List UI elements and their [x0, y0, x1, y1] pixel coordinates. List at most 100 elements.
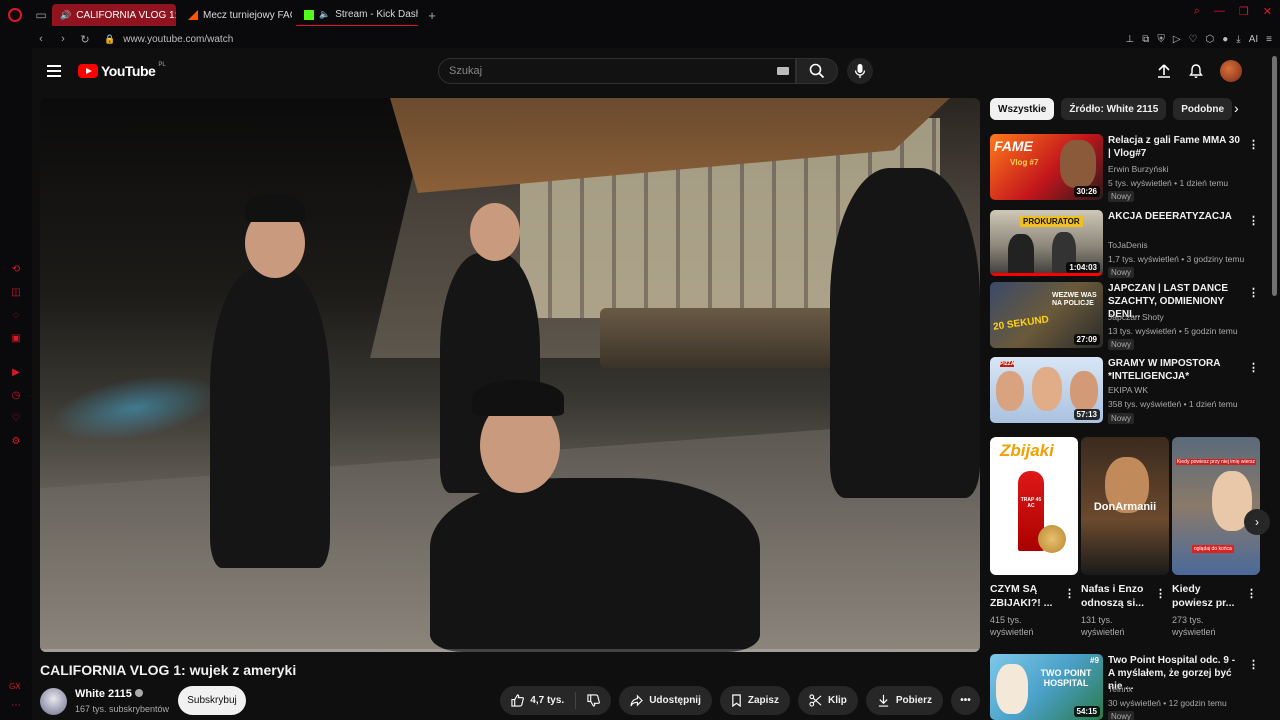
keyboard-icon[interactable]	[777, 67, 789, 75]
more-icon[interactable]: ⋯	[10, 700, 22, 712]
page-scrollbar[interactable]	[1272, 56, 1277, 296]
like-button[interactable]: 4,7 tys.	[500, 686, 575, 715]
channel-avatar[interactable]	[40, 688, 67, 715]
save-button[interactable]: Zapisz	[719, 686, 790, 715]
short-item[interactable]: Zbijaki TRAP 45 AC CZYM SĄ ZBIJAKI?! ...…	[990, 437, 1078, 638]
messenger-icon[interactable]: ▣	[10, 333, 22, 345]
close-icon[interactable]: ✕	[1263, 5, 1272, 18]
new-tab-icon[interactable]: +	[422, 8, 442, 23]
video-thumbnail[interactable]: PIZZA 57:13	[990, 357, 1103, 423]
chip-all[interactable]: Wszystkie	[990, 98, 1055, 120]
short-thumbnail[interactable]: Kiedy powiesz przy niej imię wiersz oglą…	[1172, 437, 1260, 575]
download-button[interactable]: Pobierz	[865, 686, 943, 715]
share-button[interactable]: Udostępnij	[619, 686, 712, 715]
search-button[interactable]	[796, 58, 838, 84]
pin-icon[interactable]: ⊥	[1125, 34, 1134, 45]
twitch-icon[interactable]: ◫	[10, 287, 22, 299]
download-icon[interactable]: ⤓	[1236, 34, 1240, 45]
short-item[interactable]: DonArmanii Nafas i Enzo odnoszą si... 13…	[1081, 437, 1169, 638]
more-vertical-icon[interactable]: ⋮	[1155, 587, 1166, 600]
video-thumbnail[interactable]: PROKURATOR 1:04:03	[990, 210, 1103, 276]
short-title[interactable]: Kiedy powiesz pr...	[1172, 582, 1244, 610]
tab-faceit[interactable]: Mecz turniejowy FACEIT ·	[180, 4, 292, 26]
more-vertical-icon[interactable]: ⋮	[1248, 286, 1259, 299]
video-player[interactable]	[40, 98, 980, 652]
clip-button[interactable]: Klip	[797, 686, 858, 715]
gx-control-icon[interactable]: ⟲	[10, 264, 22, 276]
recommendation-title[interactable]: AKCJA DEEERATYZACJA	[1108, 210, 1242, 223]
youtube-logo[interactable]: YouTube PL	[78, 62, 166, 79]
recommendation-item[interactable]: PROKURATOR 1:04:03 AKCJA DEEERATYZACJA T…	[990, 210, 1260, 278]
recommendation-item[interactable]: PIZZA 57:13 GRAMY W IMPOSTORA *INTELIGEN…	[990, 357, 1260, 424]
aria-ai-icon[interactable]: AI	[1249, 34, 1258, 45]
minimize-icon[interactable]: —	[1214, 5, 1225, 18]
maximize-icon[interactable]: ❐	[1239, 5, 1249, 18]
recommendation-item[interactable]: TWO POINT HOSPITAL #9 54:15 Two Point Ho…	[990, 654, 1260, 720]
player-icon[interactable]: ▷	[1173, 34, 1181, 45]
video-person-cap	[245, 194, 305, 222]
upload-icon[interactable]	[1156, 63, 1172, 79]
shorts-next-button[interactable]: ›	[1244, 509, 1270, 535]
more-vertical-icon[interactable]: ⋮	[1248, 361, 1259, 374]
recommendation-channel[interactable]: Erwin Burzyński	[1108, 164, 1168, 174]
more-vertical-icon[interactable]: ⋮	[1248, 138, 1259, 151]
short-thumbnail[interactable]: DonArmanii	[1081, 437, 1169, 575]
recommendation-channel[interactable]: ToJaDenis	[1108, 240, 1148, 250]
chip-related[interactable]: Podobne	[1173, 98, 1233, 120]
tab-menu-icon[interactable]: ▭	[30, 4, 52, 26]
short-item[interactable]: Kiedy powiesz przy niej imię wiersz oglą…	[1172, 437, 1260, 638]
search-icon	[809, 63, 825, 79]
dislike-button[interactable]	[576, 686, 611, 715]
chevron-right-icon[interactable]: ›	[1234, 100, 1239, 116]
recommendation-meta: 5 tys. wyświetleń • 1 dzień temu	[1108, 178, 1229, 188]
video-thumbnail[interactable]: FAME Vlog #7 30:26	[990, 134, 1103, 200]
recommendation-channel[interactable]: EKIPA WK	[1108, 385, 1148, 395]
url-field[interactable]: www.youtube.com/watch	[123, 34, 233, 45]
heart-icon[interactable]: ♡	[1189, 34, 1198, 45]
recommendation-title[interactable]: GRAMY W IMPOSTORA *INTELIGENCJA*	[1108, 357, 1242, 383]
history-icon[interactable]: ◷	[10, 390, 22, 402]
snapshot-icon[interactable]: ⧉	[1142, 34, 1149, 45]
tab-youtube[interactable]: 🔊 CALIFORNIA VLOG 1: w	[32, 4, 176, 58]
chip-from-channel[interactable]: Źródło: White 2115	[1061, 98, 1167, 120]
recommendation-item[interactable]: FAME Vlog #7 30:26 Relacja z gali Fame M…	[990, 134, 1260, 202]
more-vertical-icon[interactable]: ⋮	[1248, 214, 1259, 227]
tab-kick[interactable]: 🔈 Stream - Kick Dashbo	[296, 4, 418, 26]
forward-icon[interactable]: ›	[54, 33, 72, 45]
settings-icon[interactable]: ⚙	[10, 436, 22, 448]
voice-search-button[interactable]	[847, 58, 873, 84]
channel-name[interactable]: White 2115	[75, 688, 143, 700]
notifications-bell-icon[interactable]	[1188, 63, 1204, 79]
discord-icon[interactable]: ◌	[10, 310, 22, 322]
video-thumbnail[interactable]: 20 SEKUND WEZWE WAS NA POLICJE 27:09	[990, 282, 1103, 348]
extensions-icon[interactable]: ⬡	[1206, 34, 1215, 45]
recommendation-title[interactable]: Relacja z gali Fame MMA 30 | Vlog#7	[1108, 134, 1242, 160]
more-vertical-icon[interactable]: ⋮	[1064, 587, 1075, 600]
video-thumbnail[interactable]: TWO POINT HOSPITAL #9 54:15	[990, 654, 1103, 720]
recommendation-item[interactable]: 20 SEKUND WEZWE WAS NA POLICJE 27:09 JAP…	[990, 282, 1260, 350]
back-icon[interactable]: ‹	[32, 33, 50, 45]
player-sidebar-icon[interactable]: ▶	[10, 367, 22, 379]
bookmarks-icon[interactable]: ♡	[10, 413, 22, 425]
shield-icon[interactable]: ⛨	[1157, 34, 1165, 45]
short-title[interactable]: CZYM SĄ ZBIJAKI?! ...	[990, 582, 1062, 610]
short-title[interactable]: Nafas i Enzo odnoszą si...	[1081, 582, 1153, 610]
video-progress-bar[interactable]	[40, 649, 980, 652]
more-vertical-icon[interactable]: ⋮	[1246, 587, 1257, 600]
account-avatar[interactable]	[1220, 60, 1242, 82]
more-vertical-icon[interactable]: ⋮	[1248, 658, 1259, 671]
search-tabs-icon[interactable]: ⌕	[1194, 5, 1200, 18]
profile-icon[interactable]: ●	[1222, 34, 1228, 45]
menu-icon[interactable]: ≡	[1266, 34, 1272, 45]
search-input[interactable]	[439, 59, 759, 83]
recommendation-meta: 30 wyświetleń • 12 godzin temu	[1108, 698, 1227, 708]
short-thumbnail[interactable]: Zbijaki TRAP 45 AC	[990, 437, 1078, 575]
recommendation-channel[interactable]: Teinrix	[1108, 684, 1133, 694]
subscribe-button[interactable]: Subskrybuj	[178, 686, 246, 715]
more-actions-button[interactable]: •••	[951, 686, 980, 715]
lock-icon[interactable]: 🔒	[104, 34, 115, 45]
reload-icon[interactable]: ↻	[76, 33, 94, 46]
hamburger-menu-icon[interactable]	[47, 65, 61, 77]
opera-gx-logo-icon[interactable]	[0, 0, 30, 30]
recommendation-channel[interactable]: Japczan Shoty	[1108, 312, 1164, 322]
